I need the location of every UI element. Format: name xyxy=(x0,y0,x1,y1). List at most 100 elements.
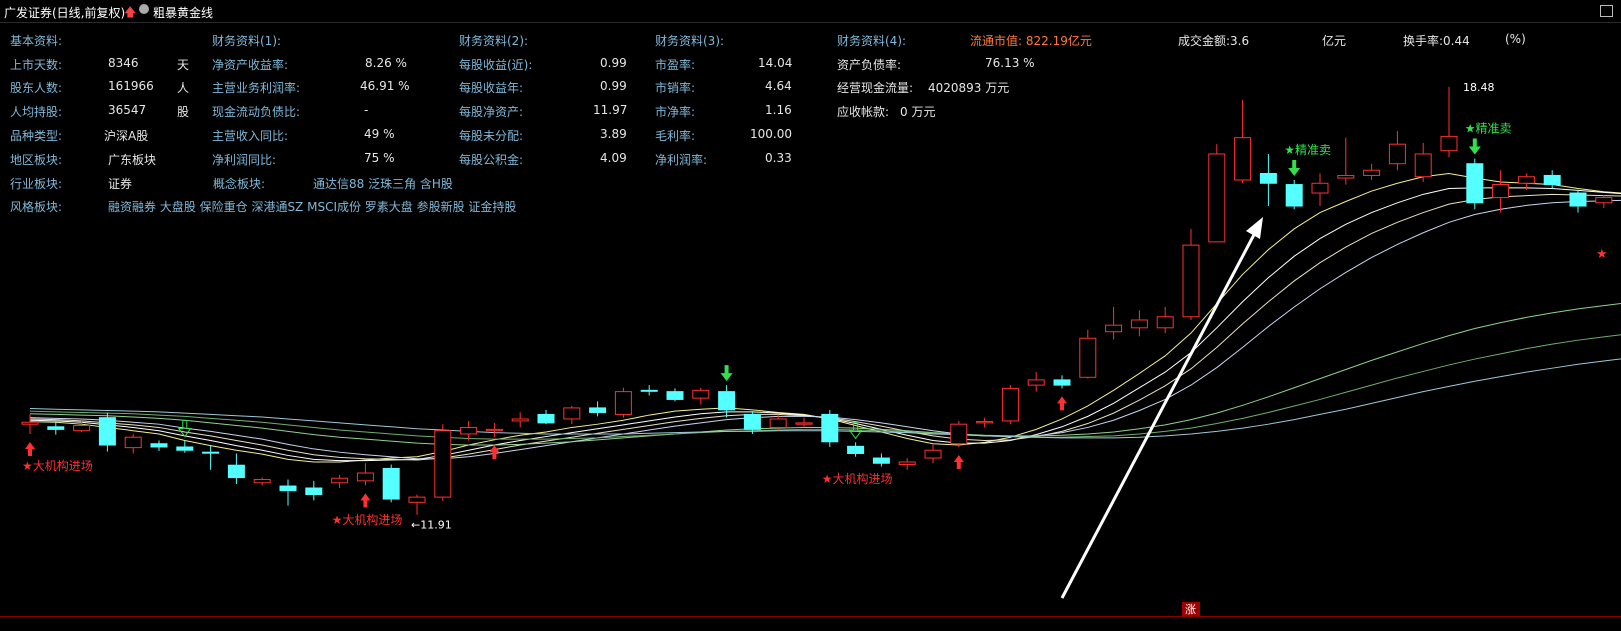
basic-label: 风格板块: xyxy=(10,200,63,214)
fin3-value: 0.33 xyxy=(765,151,792,165)
candle-body-up xyxy=(1337,174,1355,179)
institution-in-label: ★大机构进场 xyxy=(332,512,403,527)
fin1-label: 主营收入同比: xyxy=(212,129,289,143)
basic-value: 证券 xyxy=(108,177,133,191)
candle-body-up xyxy=(1079,337,1097,378)
candle-body-down xyxy=(847,445,865,454)
fin3-label: 市净率: xyxy=(655,105,696,119)
candle-body-up xyxy=(976,421,994,424)
fin1-label: 净利润同比: xyxy=(212,153,277,167)
fin2-value: 0.99 xyxy=(600,79,627,93)
concept-value: 通达信88 泛珠三角 含H股 xyxy=(313,177,453,191)
candle-body-down xyxy=(98,417,116,446)
candle-body-up xyxy=(1517,176,1535,184)
fin4-label: 经营现金流量: xyxy=(837,81,914,95)
sell-arrow-icon xyxy=(720,365,733,382)
candle-body-down xyxy=(305,487,323,496)
candle-body-down xyxy=(1466,163,1484,204)
candle-body-up xyxy=(1105,324,1123,333)
buy-arrow-icon xyxy=(360,493,371,508)
candle-body-down xyxy=(47,426,65,430)
precise-sell-label: ★精准卖 xyxy=(1465,122,1512,136)
precise-sell-label: ★精准卖 xyxy=(1284,143,1331,157)
buy-arrow-icon xyxy=(489,445,500,460)
fin3-label: 净利润率: xyxy=(655,153,708,167)
fin3-label: 市销率: xyxy=(655,81,696,95)
candle-body-down xyxy=(176,446,194,451)
candle-body-down xyxy=(1053,379,1071,386)
candle-body-up xyxy=(408,496,426,503)
candle-body-up xyxy=(795,422,813,425)
fin4-value: 76.13 % xyxy=(985,56,1035,70)
trend-arrow-line xyxy=(1060,228,1259,599)
candle-body-up xyxy=(356,472,374,482)
buy-arrow-icon xyxy=(25,441,35,456)
fin2-value: 3.89 xyxy=(600,127,627,141)
high-price-label: 18.48 xyxy=(1463,81,1495,94)
fin1-value: 49 % xyxy=(364,127,395,141)
style-value: 融资融券 大盘股 保险重仓 深港通SZ MSCI成份 罗素大盘 参股新股 证金持… xyxy=(108,200,517,214)
sell-arrow-icon xyxy=(1288,160,1301,176)
basic-value: 36547 xyxy=(108,103,147,117)
fin4-value: 0 万元 xyxy=(900,105,936,119)
trend-arrow-head-icon xyxy=(1246,217,1263,239)
candle-body-up xyxy=(898,461,916,466)
candle-body-down xyxy=(718,391,736,411)
candle-body-up xyxy=(1182,244,1200,318)
candle-body-up xyxy=(1208,153,1226,243)
basic-label: 品种类型: xyxy=(10,129,63,143)
candle-body-down xyxy=(537,413,555,424)
fin1-label: 主营业务利润率: xyxy=(212,81,301,95)
candle-body-up xyxy=(1001,387,1019,422)
limit-up-label: 涨 xyxy=(1185,603,1196,616)
fin2-title: 财务资料(2): xyxy=(459,34,529,48)
fin3-value: 100.00 xyxy=(750,127,792,141)
candle-body-up xyxy=(563,407,581,420)
turnover-amount-unit: 亿元 xyxy=(1322,34,1347,48)
fin1-value: 46.91 % xyxy=(360,79,410,93)
candle-body-down xyxy=(1285,184,1303,207)
turnover-amount: 成交金额:3.6 xyxy=(1178,34,1250,48)
fin4-label: 资产负债率: xyxy=(837,58,902,72)
candle-body-up xyxy=(1440,135,1458,152)
fin3-label: 毛利率: xyxy=(655,129,696,143)
turnover-rate: 换手率:0.44 xyxy=(1403,34,1470,48)
basic-title: 基本资料: xyxy=(10,34,63,48)
candle-body-up xyxy=(1234,137,1252,181)
candle-body-up xyxy=(460,426,478,435)
candle-body-up xyxy=(1388,143,1406,165)
turnover-rate-unit: (%) xyxy=(1505,32,1526,46)
basic-unit: 天 xyxy=(177,58,190,72)
fin3-value: 4.64 xyxy=(765,79,792,93)
candle-body-down xyxy=(872,457,890,464)
candle-body-down xyxy=(279,485,297,492)
fin3-title: 财务资料(3): xyxy=(655,34,725,48)
fin2-label: 每股未分配: xyxy=(459,129,524,143)
fin3-label: 市盈率: xyxy=(655,58,696,72)
buy-arrow-icon xyxy=(1057,396,1067,411)
basic-label: 行业板块: xyxy=(10,177,63,191)
status-bar xyxy=(0,616,1621,631)
basic-value: 8346 xyxy=(108,56,139,70)
basic-label: 股东人数: xyxy=(10,81,63,95)
candle-body-down xyxy=(743,413,761,430)
candle-body-down xyxy=(1259,172,1277,184)
candle-body-up xyxy=(253,479,271,484)
candle-body-up xyxy=(511,418,529,422)
candle-body-up xyxy=(21,421,39,425)
fin2-label: 每股收益年: xyxy=(459,81,524,95)
candle-body-down xyxy=(640,389,658,392)
basic-label: 人均持股: xyxy=(10,105,63,119)
candle-body-up xyxy=(1414,153,1432,178)
fin1-label: 现金流动负债比: xyxy=(212,105,301,119)
candle-body-up xyxy=(434,430,452,498)
fin2-value: 4.09 xyxy=(600,151,627,165)
fin3-value: 14.04 xyxy=(758,56,793,70)
fin2-value: 11.97 xyxy=(593,103,628,117)
institution-in-label: ★大机构进场 xyxy=(22,458,93,473)
fin2-label: 每股收益(近): xyxy=(459,58,533,72)
candle-body-up xyxy=(614,391,632,415)
candle-body-down xyxy=(589,407,607,413)
fin1-value: 75 % xyxy=(364,151,395,165)
fin1-value: 8.26 % xyxy=(365,56,407,70)
